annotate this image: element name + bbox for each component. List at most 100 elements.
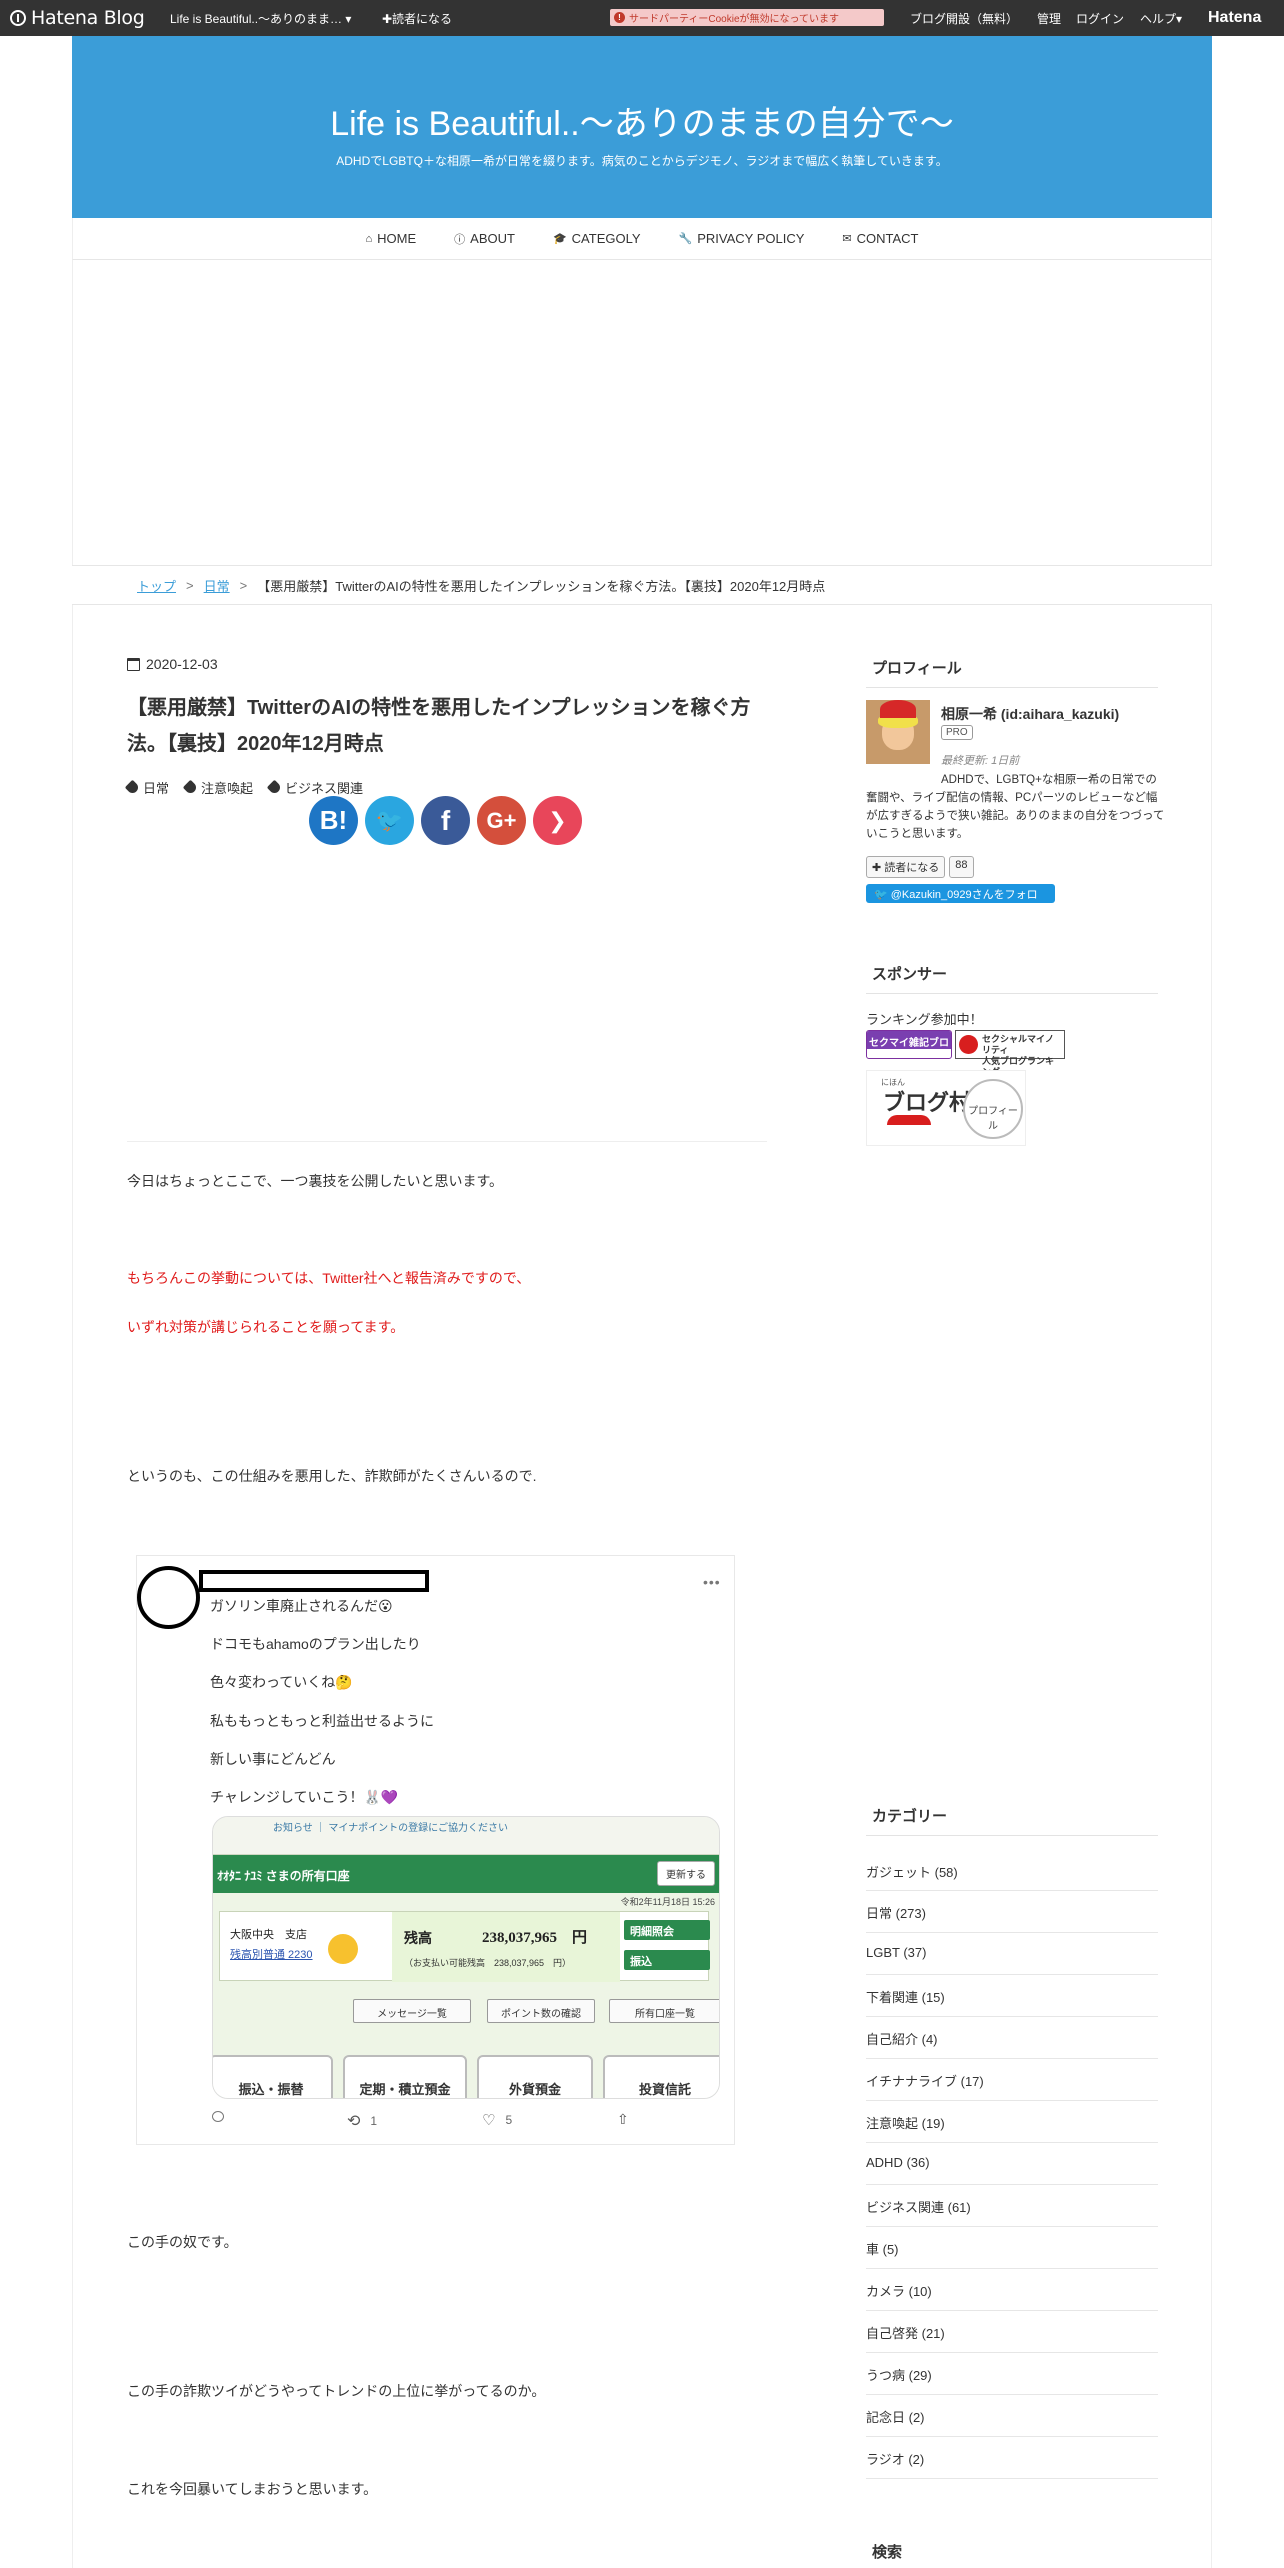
logo-text: Hatena Blog: [31, 7, 145, 29]
entry-date-text: 2020-12-03: [146, 656, 218, 672]
breadcrumb-top-link[interactable]: トップ: [137, 576, 176, 595]
nav-privacy-policy[interactable]: 🔧 PRIVACY POLICY: [679, 231, 805, 246]
nav-category[interactable]: 🎓 CATEGOLY: [553, 231, 641, 246]
entry-date[interactable]: 2020-12-03: [127, 656, 218, 672]
entry-category-link[interactable]: 日常: [124, 778, 170, 797]
category-item[interactable]: 下着関連 (15): [866, 1975, 1158, 2017]
sekumai-blog-banner[interactable]: セクマイ雑記ブログ: [866, 1030, 952, 1059]
googleplus-share-button[interactable]: G+: [477, 796, 526, 845]
share-tweet-button[interactable]: ⇧: [617, 2111, 629, 2128]
category-item[interactable]: うつ病 (29): [866, 2353, 1158, 2395]
tweet-text-line: ドコモもahamoのプラン出したり: [210, 1636, 421, 1652]
category-list: ガジェット (58) 日常 (273) LGBT (37) 下着関連 (15) …: [866, 1850, 1158, 2479]
nav-home[interactable]: ⌂ HOME: [366, 231, 417, 246]
hatena-bookmark-button[interactable]: B!: [309, 796, 358, 845]
category-item[interactable]: 注意喚起 (19): [866, 2101, 1158, 2143]
twitter-follow-button[interactable]: 🐦 @Kazukin_0929さんをフォロー: [866, 884, 1055, 917]
blog-title[interactable]: Life is Beautiful..～ありのままの自分で～: [72, 96, 1212, 145]
retweet-button[interactable]: ⟲ 1: [347, 2111, 377, 2131]
category-item[interactable]: イチナナライブ (17): [866, 2059, 1158, 2101]
profile-avatar[interactable]: [866, 700, 930, 764]
nav-contact[interactable]: ✉ CONTACT: [842, 231, 918, 246]
category-label: 日常: [143, 781, 170, 796]
last-updated: 最終更新: 1日前: [941, 755, 1020, 767]
nav-label: CATEGOLY: [571, 231, 641, 246]
tweet-image-bank-screenshot[interactable]: お知らせ ｜ マイナポイントの登録にご協力ください ｵｵﾀﾆ ﾅﾕﾐ さまの所有…: [212, 1816, 720, 2099]
category-item[interactable]: ADHD (36): [866, 2143, 1158, 2185]
tweet-text-line: 色々変わっていくね🤔: [210, 1674, 353, 1690]
search-heading: 検索: [872, 2544, 903, 2561]
tag-icon: [124, 779, 141, 796]
sexual-minority-ranking-banner[interactable]: セクシャルマイノリティ 人気ブログランキング: [955, 1030, 1065, 1077]
blog-selector[interactable]: Life is Beautiful..～ありのまま… ▾: [170, 10, 351, 27]
category-item[interactable]: 自己啓発 (21): [866, 2311, 1158, 2353]
global-header: Hatena Blog Life is Beautiful..～ありのまま… ▾…: [0, 0, 1284, 36]
nav-label: PRIVACY POLICY: [697, 231, 805, 246]
subscribe-button[interactable]: ✚ 読者になる: [866, 856, 946, 878]
breadcrumb-category-link[interactable]: 日常: [204, 576, 230, 595]
facebook-share-button[interactable]: f: [421, 796, 470, 845]
entry-title[interactable]: 【悪用厳禁】TwitterのAIの特性を悪用したインプレッションを稼ぐ方法。【裏…: [127, 690, 767, 762]
nav-about[interactable]: ⓘ ABOUT: [454, 231, 515, 247]
category-item[interactable]: 車 (5): [866, 2227, 1158, 2269]
body-paragraph: というのも、この仕組みを悪用した、詐欺師がたくさんいるので.: [127, 1468, 537, 1484]
like-count: 5: [505, 2113, 513, 2127]
nav-label: CONTACT: [856, 231, 919, 246]
blog-description: ADHDでLGBTQ＋な相原一希が日常を綴ります。病気のことからデジモノ、ラジオ…: [336, 154, 948, 168]
pocket-share-button[interactable]: ❯: [533, 796, 582, 845]
pro-badge: PRO: [941, 725, 973, 740]
available-balance: （お支払い可能残高 238,037,965 円）: [404, 1958, 572, 1968]
login-link[interactable]: ログイン: [1076, 10, 1124, 27]
category-item[interactable]: ラジオ (2): [866, 2437, 1158, 2479]
divider: [127, 1141, 767, 1142]
admin-link[interactable]: 管理: [1037, 10, 1061, 27]
share-buttons: B! 🐦 f G+ ❯: [309, 796, 582, 845]
category-item[interactable]: ビジネス関連 (61): [866, 2185, 1158, 2227]
cookie-notice[interactable]: ! サードパーティーCookieが無効になっています: [610, 9, 884, 26]
category-item[interactable]: カメラ (10): [866, 2269, 1158, 2311]
nav-label: HOME: [377, 231, 417, 246]
reply-icon: [212, 2111, 224, 2122]
category-item[interactable]: ガジェット (58): [866, 1850, 1158, 1891]
blogmura-banner[interactable]: にほん ブログ村 プロフィール: [866, 1070, 1026, 1146]
category-item[interactable]: 日常 (273): [866, 1891, 1158, 1933]
entry-category-link[interactable]: 注意喚起: [182, 778, 253, 797]
warning-icon: !: [614, 12, 625, 23]
hatena-blog-logo[interactable]: Hatena Blog: [10, 7, 145, 29]
entry-category-link[interactable]: ビジネス関連: [266, 778, 363, 797]
tweet-text-line: 新しい事にどんどん: [210, 1751, 336, 1767]
home-icon: ⌂: [365, 232, 373, 245]
category-item[interactable]: 記念日 (2): [866, 2395, 1158, 2437]
avatar[interactable]: [137, 1566, 200, 1629]
balance-label: 残高: [404, 1932, 432, 1947]
embedded-tweet[interactable]: ••• ガソリン車廃止されるんだ😮 ドコモもahamoのプラン出したり 色々変わ…: [136, 1555, 735, 2145]
twitter-share-button[interactable]: 🐦: [365, 796, 414, 845]
hatena-brand-link[interactable]: Hatena: [1208, 9, 1261, 27]
reply-button[interactable]: [212, 2111, 224, 2122]
message-list-button: メッセージ一覧: [353, 1999, 471, 2023]
category-item[interactable]: LGBT (37): [866, 1933, 1158, 1975]
transfer-button: 振込: [624, 1950, 710, 1970]
like-button[interactable]: ♡ 5: [482, 2111, 512, 2129]
retweet-icon: ⟲: [347, 2113, 361, 2130]
more-options-icon[interactable]: •••: [703, 1574, 721, 1590]
open-blog-link[interactable]: ブログ開設（無料）: [910, 10, 1018, 27]
entry-categories: 日常 注意喚起 ビジネス関連: [124, 778, 363, 797]
cookie-notice-text: サードパーティーCookieが無効になっています: [629, 14, 840, 25]
breadcrumb: トップ > 日常 > 【悪用厳禁】TwitterのAIの特性を悪用したインプレッ…: [72, 565, 1212, 605]
fx-deposit-big-button: 外貨預金: [477, 2055, 593, 2098]
body-paragraph: これを今回暴いてしまおうと思います。: [127, 2481, 378, 2497]
fund-big-button: 投資信託: [603, 2055, 719, 2098]
help-menu[interactable]: ヘルプ▾: [1140, 10, 1182, 27]
blogmura-title: ブログ村: [883, 1090, 972, 1115]
branch-name: 大阪中央 支店: [230, 1929, 307, 1941]
ranking-logo-icon: [959, 1035, 978, 1054]
profile-name[interactable]: 相原一希 (id:aihara_kazuki): [941, 704, 1119, 724]
tweet-text-line: 私ももっともっと利益出せるように: [210, 1713, 434, 1729]
account-header-bar: ｵｵﾀﾆ ﾅﾕﾐ さまの所有口座: [213, 1855, 719, 1893]
tag-icon: [266, 779, 283, 796]
subscribe-link[interactable]: ✚読者になる: [382, 10, 452, 27]
shush-emoji-icon: [328, 1934, 358, 1964]
category-item[interactable]: 自己紹介 (4): [866, 2017, 1158, 2059]
info-icon: ⓘ: [454, 233, 466, 246]
